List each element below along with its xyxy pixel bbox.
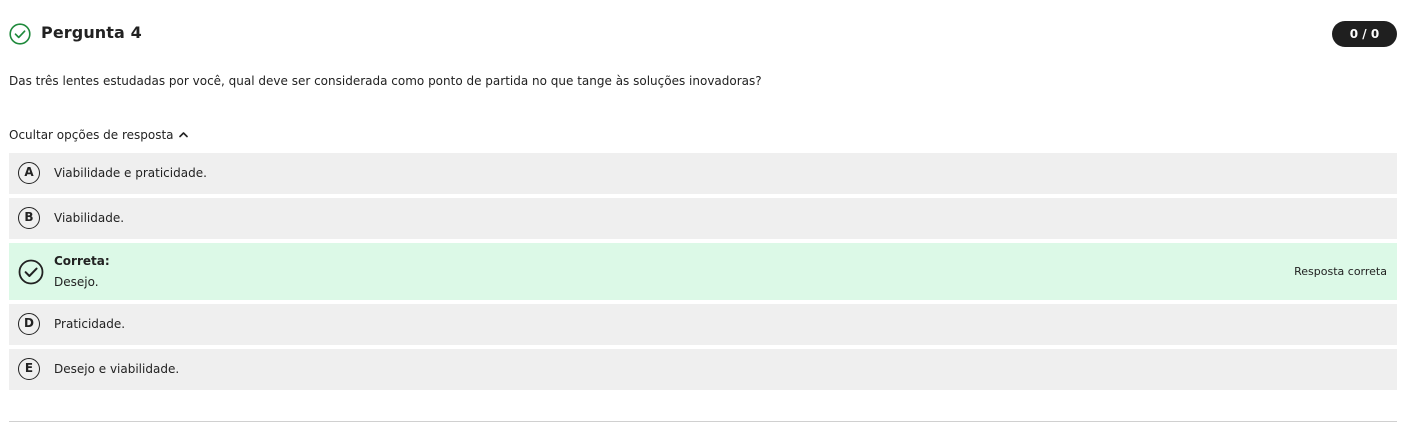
hide-options-toggle[interactable]: Ocultar opções de resposta	[9, 127, 188, 143]
chevron-up-icon	[178, 132, 188, 138]
option-letter-a: A	[18, 162, 40, 184]
question-text: Das três lentes estudadas por você, qual…	[9, 74, 762, 88]
question-card: Pergunta 4 0 / 0 Das três lentes estudad…	[0, 0, 1413, 434]
option-e[interactable]: E Desejo e viabilidade.	[9, 349, 1397, 390]
correct-answer-note: Resposta correta	[1294, 265, 1387, 278]
question-title: Pergunta 4	[41, 23, 142, 42]
option-b[interactable]: B Viabilidade.	[9, 198, 1397, 239]
option-text-b: Viabilidade.	[54, 211, 125, 225]
option-letter-d: D	[18, 313, 40, 335]
correct-label: Correta:	[54, 254, 110, 268]
option-text-a: Viabilidade e praticidade.	[54, 166, 207, 180]
option-letter-e: E	[18, 358, 40, 380]
option-a[interactable]: A Viabilidade e praticidade.	[9, 153, 1397, 194]
answer-options: A Viabilidade e praticidade. B Viabilida…	[9, 153, 1397, 394]
option-text-d: Praticidade.	[54, 317, 126, 331]
check-circle-icon	[9, 23, 31, 45]
option-d[interactable]: D Praticidade.	[9, 304, 1397, 345]
option-text-e: Desejo e viabilidade.	[54, 362, 180, 376]
section-divider	[9, 421, 1397, 422]
option-letter-b: B	[18, 207, 40, 229]
option-text-c: Desejo.	[54, 275, 99, 289]
hide-options-label: Ocultar opções de resposta	[9, 128, 174, 142]
correct-check-icon	[18, 259, 44, 285]
option-c-correct[interactable]: Correta: Desejo. Resposta correta	[9, 243, 1397, 300]
question-header: Pergunta 4 0 / 0	[9, 21, 1397, 47]
score-badge: 0 / 0	[1332, 21, 1397, 47]
